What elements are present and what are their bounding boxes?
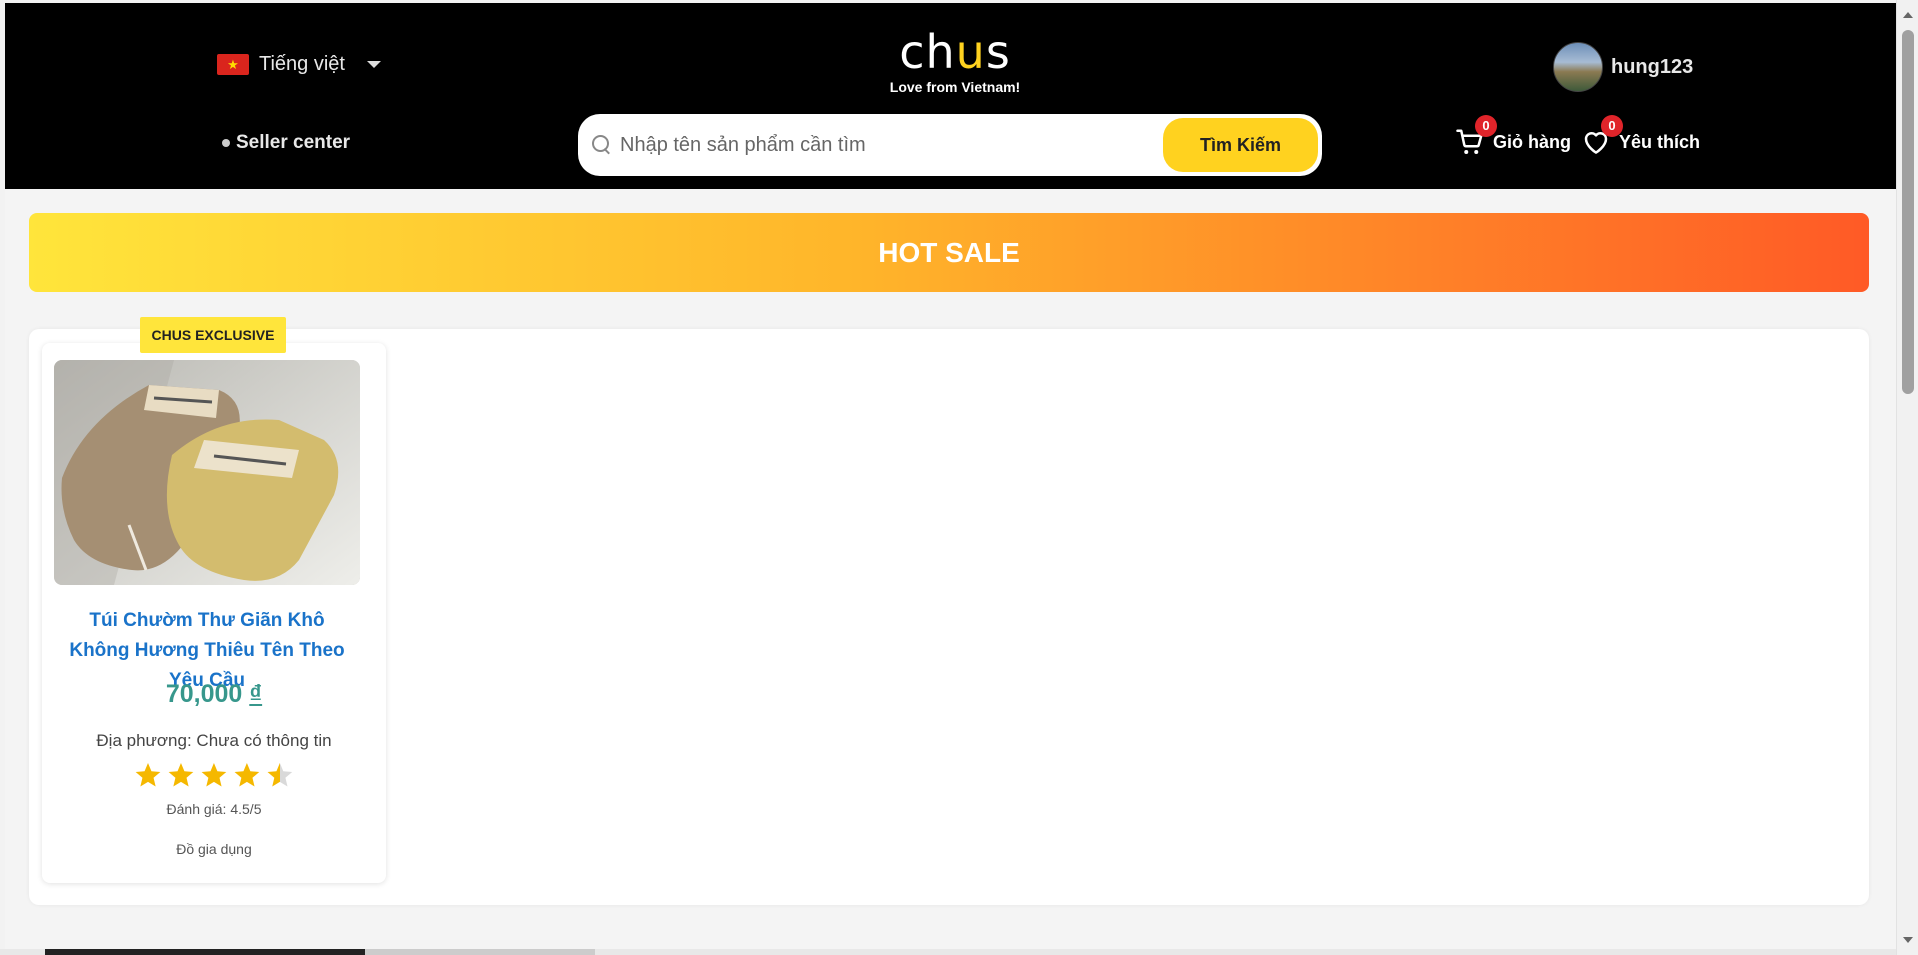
product-image[interactable] <box>54 360 360 585</box>
vietnam-flag-icon <box>217 54 249 75</box>
product-price: 70,000 ₫ <box>165 680 263 708</box>
chevron-down-icon <box>366 61 381 68</box>
taskbar-strip <box>0 949 1896 955</box>
star-icon <box>267 763 293 787</box>
cart-icon: 0 <box>1455 115 1497 157</box>
search-input[interactable] <box>620 125 1163 165</box>
chus-logo[interactable]: chus Love from Vietnam! <box>875 29 1035 95</box>
exclusive-badge: CHUS EXCLUSIVE <box>140 317 286 353</box>
wishlist-label: Yêu thích <box>1619 131 1701 152</box>
site-header: Tiếng việt Seller center chus Love from … <box>5 3 1896 189</box>
logo-wordmark: chus <box>899 25 1011 79</box>
scroll-up-arrow-icon[interactable] <box>1903 12 1913 18</box>
product-category: Đồ gia dụng <box>176 841 252 857</box>
avatar <box>1553 42 1603 92</box>
seller-center-link[interactable]: Seller center <box>222 132 350 154</box>
rating-text: Đánh giá: 4.5/5 <box>166 801 262 817</box>
hot-sale-banner: HOT SALE <box>29 213 1869 292</box>
wishlist-button[interactable]: 0 Yêu thích <box>1581 115 1701 157</box>
search-button[interactable]: Tìm Kiếm <box>1163 118 1318 172</box>
star-icon <box>168 763 194 787</box>
cart-count-badge: 0 <box>1475 115 1497 137</box>
logo-tagline: Love from Vietnam! <box>889 79 1021 95</box>
user-account[interactable]: hung123 <box>1553 42 1693 92</box>
language-selector[interactable]: Tiếng việt <box>217 53 381 76</box>
vertical-scrollbar[interactable] <box>1896 0 1918 955</box>
star-icon <box>135 763 161 787</box>
username: hung123 <box>1611 55 1694 78</box>
star-rating <box>133 760 303 792</box>
heart-icon: 0 <box>1581 115 1623 157</box>
star-icon <box>234 763 260 787</box>
page-frame: Tiếng việt Seller center chus Love from … <box>5 3 1896 955</box>
language-label: Tiếng việt <box>259 53 345 75</box>
banner-title: HOT SALE <box>878 236 1020 268</box>
seller-center-label: Seller center <box>236 132 351 153</box>
cart-label: Giỏ hàng <box>1493 131 1571 152</box>
cart-button[interactable]: 0 Giỏ hàng <box>1455 115 1571 157</box>
bullet-icon <box>222 139 230 147</box>
search-bar: Tìm Kiếm <box>578 114 1322 176</box>
star-icon <box>201 763 227 787</box>
scroll-thumb[interactable] <box>1902 30 1914 394</box>
wishlist-count-badge: 0 <box>1601 115 1623 137</box>
product-origin: Địa phương: Chưa có thông tin <box>96 731 332 750</box>
scroll-down-arrow-icon[interactable] <box>1903 937 1913 943</box>
search-icon <box>592 135 612 155</box>
